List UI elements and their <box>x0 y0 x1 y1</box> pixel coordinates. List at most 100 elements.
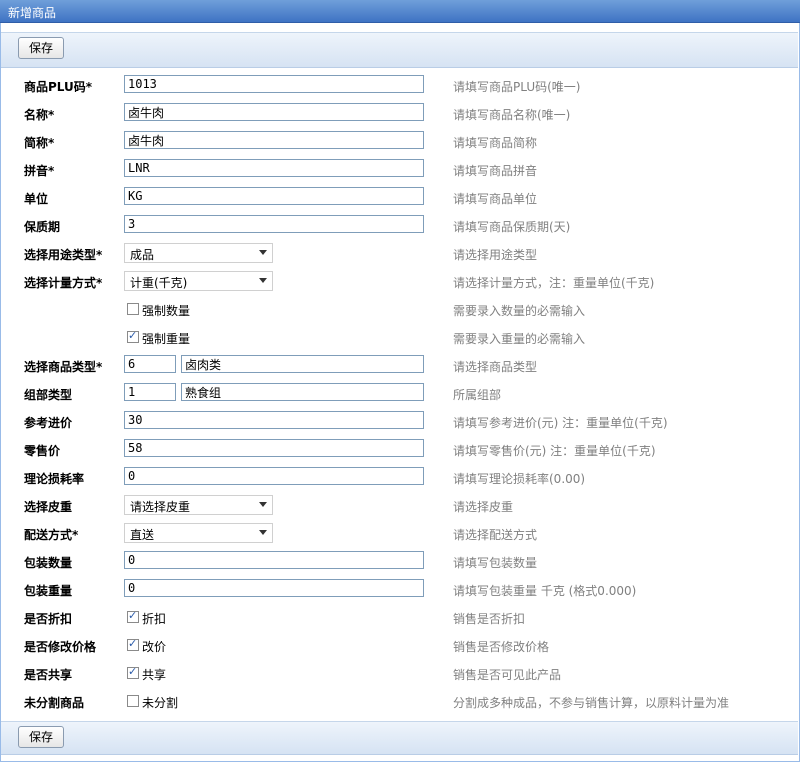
tare-select[interactable]: 请选择皮重 <box>124 495 273 515</box>
save-button[interactable]: 保存 <box>18 37 65 59</box>
packwt-input[interactable] <box>124 579 424 597</box>
category-code-input[interactable] <box>124 355 176 373</box>
field-label: 选择皮重 <box>24 500 73 514</box>
checkbox-label: 共享 <box>142 668 167 682</box>
discount-checkbox[interactable] <box>127 609 139 623</box>
checkbox-label: 改价 <box>142 640 167 654</box>
field-label: 零售价 <box>24 444 61 458</box>
pinyin-input[interactable] <box>124 159 424 177</box>
category-name-input[interactable] <box>181 355 424 373</box>
field-label: 保质期 <box>24 220 61 234</box>
field-hint: 请选择用途类型 <box>453 248 538 262</box>
field-hint: 请填写包装数量 <box>453 556 538 570</box>
field-label: 是否共享 <box>24 668 73 682</box>
form-row-packwt: 包装重量 请填写包装重量 千克 (格式0.000) <box>0 576 800 604</box>
short-input[interactable] <box>124 131 424 149</box>
field-hint: 请填写商品简称 <box>453 136 538 150</box>
field-label: 是否修改价格 <box>24 640 97 654</box>
form-row-group: 组部类型 所属组部 <box>0 380 800 408</box>
checkbox-label: 强制数量 <box>142 304 191 318</box>
window-titlebar: 新增商品 <box>0 0 800 23</box>
usage-select[interactable]: 成品 <box>124 243 273 263</box>
form-row-usage: 选择用途类型* 成品 请选择用途类型 <box>0 240 800 268</box>
field-label: 选择用途类型* <box>24 248 103 262</box>
field-hint: 请填写商品PLU码(唯一) <box>453 80 581 94</box>
form-row-split: 未分割商品 未分割 分割成多种成品，不参与销售计算，以原料计量为准 <box>0 688 800 716</box>
form-row-plu: 商品PLU码* 请填写商品PLU码(唯一) <box>0 72 800 100</box>
field-label: 配送方式* <box>24 528 79 542</box>
select-value: 请选择皮重 <box>130 500 191 514</box>
form-row-category: 选择商品类型* 请选择商品类型 <box>0 352 800 380</box>
form-row-shelf: 保质期 请填写商品保质期(天) <box>0 212 800 240</box>
field-hint: 请填写商品保质期(天) <box>453 220 571 234</box>
field-hint: 请填写商品名称(唯一) <box>453 108 571 122</box>
field-hint: 需要录入重量的必需输入 <box>453 332 586 346</box>
price-input[interactable] <box>124 439 424 457</box>
select-value: 计重(千克) <box>130 276 188 290</box>
form-row-tare: 选择皮重 请选择皮重 请选择皮重 <box>0 492 800 520</box>
loss-input[interactable] <box>124 467 424 485</box>
group-code-input[interactable] <box>124 383 176 401</box>
select-value: 成品 <box>130 248 155 262</box>
field-hint: 请填写参考进价(元) 注：重量单位(千克) <box>453 416 668 430</box>
field-hint: 分割成多种成品，不参与销售计算，以原料计量为准 <box>453 696 730 710</box>
checkbox-label: 折扣 <box>142 612 167 626</box>
field-label: 理论损耗率 <box>24 472 85 486</box>
form-row-unit: 单位 请填写商品单位 <box>0 184 800 212</box>
packqty-input[interactable] <box>124 551 424 569</box>
field-hint: 请填写商品拼音 <box>453 164 538 178</box>
field-label: 选择商品类型* <box>24 360 103 374</box>
form-row-editprice: 是否修改价格 改价 销售是否修改价格 <box>0 632 800 660</box>
form-row-force_wt: 强制重量 需要录入重量的必需输入 <box>0 324 800 352</box>
checkbox-label: 未分割 <box>142 696 179 710</box>
chevron-down-icon <box>259 250 267 255</box>
top-toolbar: 保存 <box>1 32 798 68</box>
force_qty-checkbox[interactable] <box>127 303 139 315</box>
form-row-name: 名称* 请填写商品名称(唯一) <box>0 100 800 128</box>
field-label: 选择计量方式* <box>24 276 103 290</box>
split-checkbox[interactable] <box>127 695 139 707</box>
field-hint: 请选择商品类型 <box>453 360 538 374</box>
checkbox-label: 强制重量 <box>142 332 191 346</box>
field-hint: 销售是否折扣 <box>453 612 526 626</box>
chevron-down-icon <box>259 502 267 507</box>
field-label: 未分割商品 <box>24 696 85 710</box>
field-label: 商品PLU码* <box>24 80 93 94</box>
field-hint: 请选择计量方式，注：重量单位(千克) <box>453 276 655 290</box>
form-row-price: 零售价 请填写零售价(元) 注：重量单位(千克) <box>0 436 800 464</box>
select-value: 直送 <box>130 528 155 542</box>
chevron-down-icon <box>259 278 267 283</box>
cost-input[interactable] <box>124 411 424 429</box>
force_wt-checkbox[interactable] <box>127 329 139 343</box>
field-label: 包装数量 <box>24 556 73 570</box>
form-row-share: 是否共享 共享 销售是否可见此产品 <box>0 660 800 688</box>
field-hint: 销售是否修改价格 <box>453 640 550 654</box>
name-input[interactable] <box>124 103 424 121</box>
field-label: 组部类型 <box>24 388 73 402</box>
delivery-select[interactable]: 直送 <box>124 523 273 543</box>
field-label: 是否折扣 <box>24 612 73 626</box>
chevron-down-icon <box>259 530 267 535</box>
shelf-input[interactable] <box>124 215 424 233</box>
form-row-delivery: 配送方式* 直送 请选择配送方式 <box>0 520 800 548</box>
field-hint: 请填写零售价(元) 注：重量单位(千克) <box>453 444 656 458</box>
field-hint: 所属组部 <box>453 388 502 402</box>
form-row-force_qty: 强制数量 需要录入数量的必需输入 <box>0 296 800 324</box>
unit-input[interactable] <box>124 187 424 205</box>
field-hint: 请选择配送方式 <box>453 528 538 542</box>
form-row-short: 简称* 请填写商品简称 <box>0 128 800 156</box>
window-title: 新增商品 <box>8 6 57 20</box>
editprice-checkbox[interactable] <box>127 637 139 651</box>
plu-input[interactable] <box>124 75 424 93</box>
form-row-cost: 参考进价 请填写参考进价(元) 注：重量单位(千克) <box>0 408 800 436</box>
field-label: 名称* <box>24 108 55 122</box>
field-hint: 销售是否可见此产品 <box>453 668 562 682</box>
measure-select[interactable]: 计重(千克) <box>124 271 273 291</box>
field-label: 包装重量 <box>24 584 73 598</box>
field-hint: 需要录入数量的必需输入 <box>453 304 586 318</box>
save-button-bottom[interactable]: 保存 <box>18 726 65 748</box>
group-name-input[interactable] <box>181 383 424 401</box>
field-hint: 请填写包装重量 千克 (格式0.000) <box>453 584 637 598</box>
field-label: 简称* <box>24 136 55 150</box>
share-checkbox[interactable] <box>127 665 139 679</box>
